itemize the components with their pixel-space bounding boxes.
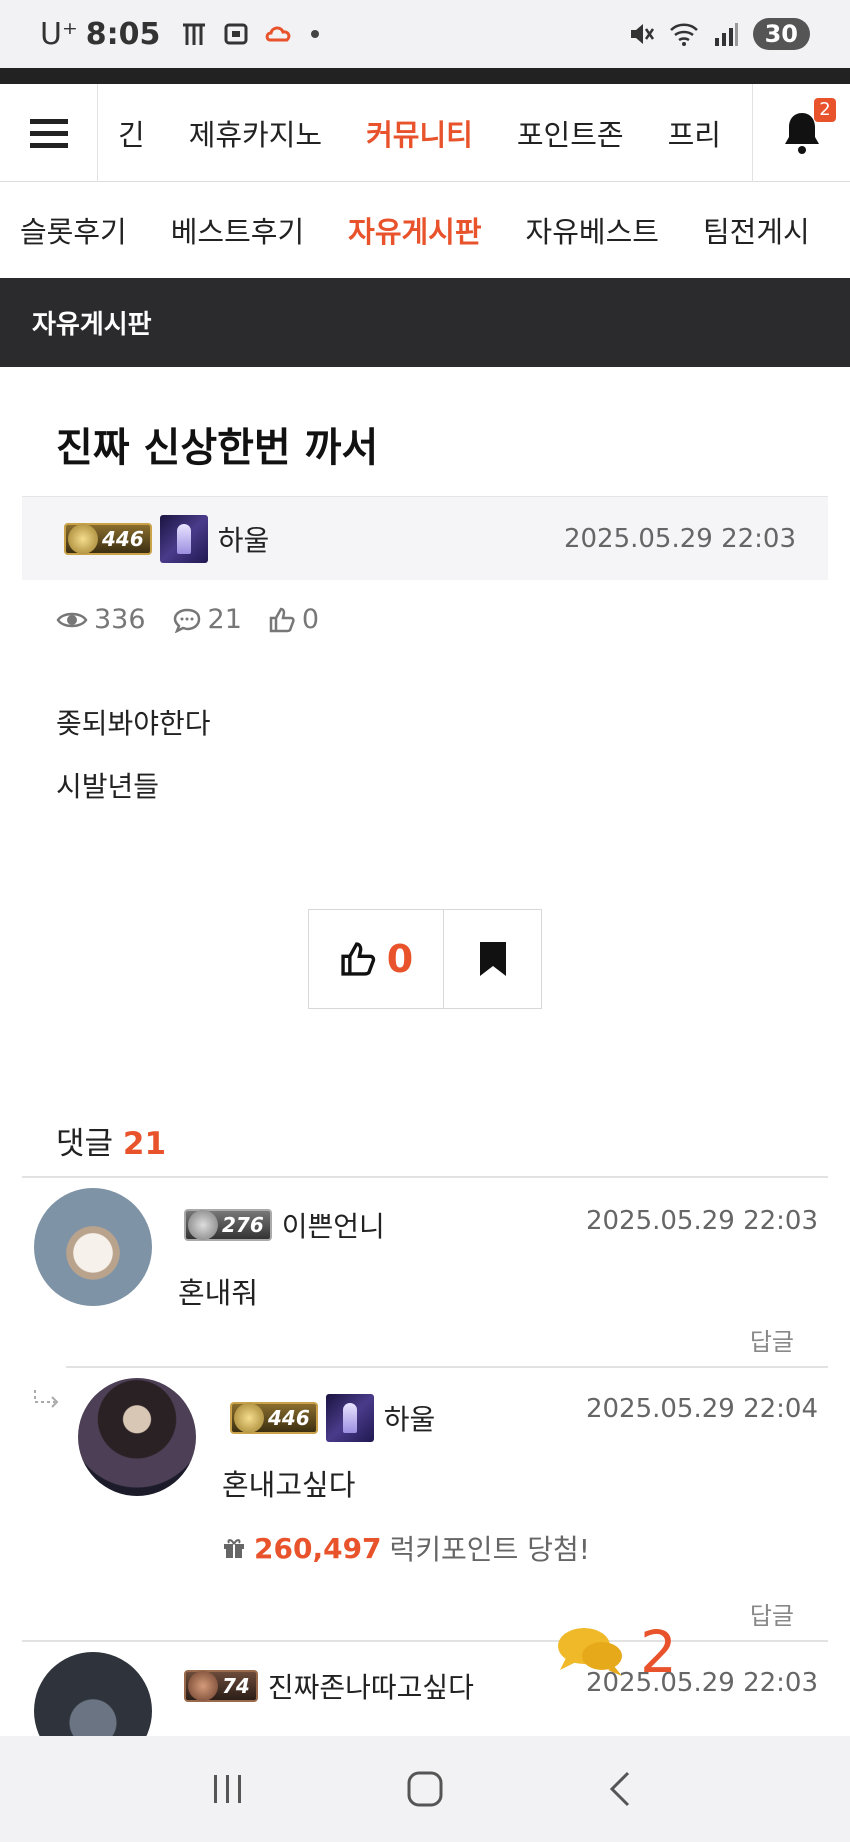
eye-icon bbox=[56, 612, 88, 627]
reply-button[interactable]: 답글 bbox=[750, 1596, 794, 1631]
post-date: 2025.05.29 22:03 bbox=[563, 523, 796, 554]
floating-chat-count: 2 bbox=[640, 1618, 677, 1686]
lucky-text: 럭키포인트 당첨! bbox=[389, 1533, 590, 1566]
reply-button[interactable]: 답글 bbox=[750, 1322, 794, 1357]
divider bbox=[22, 1176, 828, 1178]
screenshot-icon bbox=[224, 23, 248, 45]
divider bbox=[66, 1366, 828, 1368]
main-nav: 긴 제휴카지노 커뮤니티 포인트존 프리 2 bbox=[0, 83, 850, 182]
nav-item-point-zone[interactable]: 포인트존 bbox=[517, 112, 624, 154]
commenter-name[interactable]: 진짜존나따고싶다 bbox=[268, 1666, 474, 1706]
level-badge: 276 bbox=[184, 1209, 272, 1241]
floating-chat-button[interactable]: 2 bbox=[556, 1618, 677, 1686]
carrier-label: U⁺ bbox=[40, 16, 78, 52]
like-button[interactable]: 0 bbox=[308, 909, 444, 1009]
nav-item-community[interactable]: 커뮤니티 bbox=[366, 112, 473, 154]
subnav-item-free-board[interactable]: 자유게시판 bbox=[348, 209, 481, 251]
comments-stat: 21 bbox=[172, 604, 242, 635]
recent-apps-icon[interactable] bbox=[210, 1771, 246, 1807]
nav-item-partial[interactable]: 긴 bbox=[118, 112, 145, 154]
post-title: 진짜 신상한번 까서 bbox=[56, 425, 379, 471]
back-icon[interactable] bbox=[604, 1769, 640, 1809]
hamburger-icon bbox=[29, 118, 68, 148]
cloud-icon bbox=[266, 26, 291, 42]
thumbs-up-icon bbox=[269, 607, 295, 632]
post-actions: 0 bbox=[308, 909, 542, 1009]
nav-item-partner-casino[interactable]: 제휴카지노 bbox=[189, 112, 322, 154]
top-stripe bbox=[0, 68, 850, 84]
post-content: 좆되봐야한다 시발년들 bbox=[56, 692, 211, 818]
dot-icon bbox=[311, 30, 320, 38]
commenter-name[interactable]: 하울 bbox=[384, 1398, 436, 1438]
mute-icon bbox=[630, 24, 654, 44]
comment-date: 2025.05.29 22:03 bbox=[585, 1206, 818, 1236]
system-nav-bar bbox=[0, 1736, 850, 1842]
subnav-item-best-review[interactable]: 베스트후기 bbox=[171, 209, 304, 251]
thumbs-up-icon bbox=[341, 942, 375, 976]
level-badge: 74 bbox=[184, 1670, 258, 1702]
bookmark-button[interactable] bbox=[444, 909, 542, 1009]
post-content-line: 시발년들 bbox=[56, 770, 160, 803]
board-title: 자유게시판 bbox=[32, 310, 152, 340]
comment-meta: 74 진짜존나따고싶다 bbox=[184, 1666, 474, 1706]
battery-indicator: 30 bbox=[752, 18, 810, 50]
lucky-point-notice: 260,497 럭키포인트 당첨! bbox=[222, 1528, 590, 1568]
post-stats: 336 21 0 bbox=[56, 604, 319, 635]
comment-meta: 276 이쁜언니 bbox=[184, 1205, 385, 1245]
t-app-icon bbox=[183, 23, 206, 45]
likes-stat: 0 bbox=[268, 604, 319, 635]
like-count: 0 bbox=[386, 937, 414, 981]
comment-text: 혼내줘 bbox=[178, 1276, 259, 1310]
commenter-name[interactable]: 이쁜언니 bbox=[282, 1205, 385, 1245]
bookmark-icon bbox=[479, 942, 506, 976]
divider bbox=[22, 1640, 828, 1642]
subnav-item-slot-review[interactable]: 슬롯후기 bbox=[20, 209, 127, 251]
sub-nav: 슬롯후기 베스트후기 자유게시판 자유베스트 팀전게시 bbox=[0, 182, 850, 278]
clock: 8:05 bbox=[85, 16, 161, 52]
wifi-icon bbox=[669, 23, 698, 46]
notification-badge: 2 bbox=[814, 97, 836, 122]
commenter-avatar[interactable] bbox=[78, 1378, 196, 1496]
signal-icon bbox=[714, 23, 738, 46]
lucky-points: 260,497 bbox=[254, 1531, 382, 1565]
commenter-icon-avatar[interactable] bbox=[325, 1394, 374, 1442]
comments-count: 21 bbox=[122, 1126, 167, 1162]
level-badge: 446 bbox=[230, 1402, 318, 1434]
nav-item-free[interactable]: 프리 bbox=[668, 112, 721, 154]
speech-bubble-icon bbox=[173, 608, 200, 633]
reply-arrow-icon bbox=[34, 1390, 59, 1408]
level-badge: 446 bbox=[64, 522, 152, 555]
menu-button[interactable] bbox=[0, 83, 98, 182]
post-content-line: 좆되봐야한다 bbox=[56, 707, 211, 740]
post-author-box: 446 하울 2025.05.29 22:03 bbox=[22, 496, 828, 580]
home-icon[interactable] bbox=[405, 1769, 445, 1809]
comment-date: 2025.05.29 22:04 bbox=[585, 1394, 818, 1424]
gift-icon bbox=[224, 1539, 244, 1558]
comment-text: 혼내고싶다 bbox=[222, 1468, 356, 1502]
subnav-item-team-board[interactable]: 팀전게시 bbox=[703, 209, 810, 251]
comments-heading: 댓글 21 bbox=[56, 1126, 167, 1162]
commenter-avatar[interactable] bbox=[34, 1188, 152, 1306]
views-stat: 336 bbox=[56, 604, 146, 635]
comment-meta: 446 하울 bbox=[230, 1394, 435, 1442]
chat-bubbles-icon bbox=[558, 1628, 622, 1676]
subnav-item-free-best[interactable]: 자유베스트 bbox=[526, 209, 659, 251]
author-avatar[interactable] bbox=[159, 514, 208, 563]
status-bar: U⁺ 8:05 30 bbox=[0, 0, 850, 68]
board-header: 자유게시판 bbox=[0, 278, 850, 367]
author-name[interactable]: 하울 bbox=[218, 519, 270, 559]
notification-button[interactable]: 2 bbox=[752, 83, 850, 182]
main-nav-items: 긴 제휴카지노 커뮤니티 포인트존 프리 bbox=[98, 84, 752, 182]
